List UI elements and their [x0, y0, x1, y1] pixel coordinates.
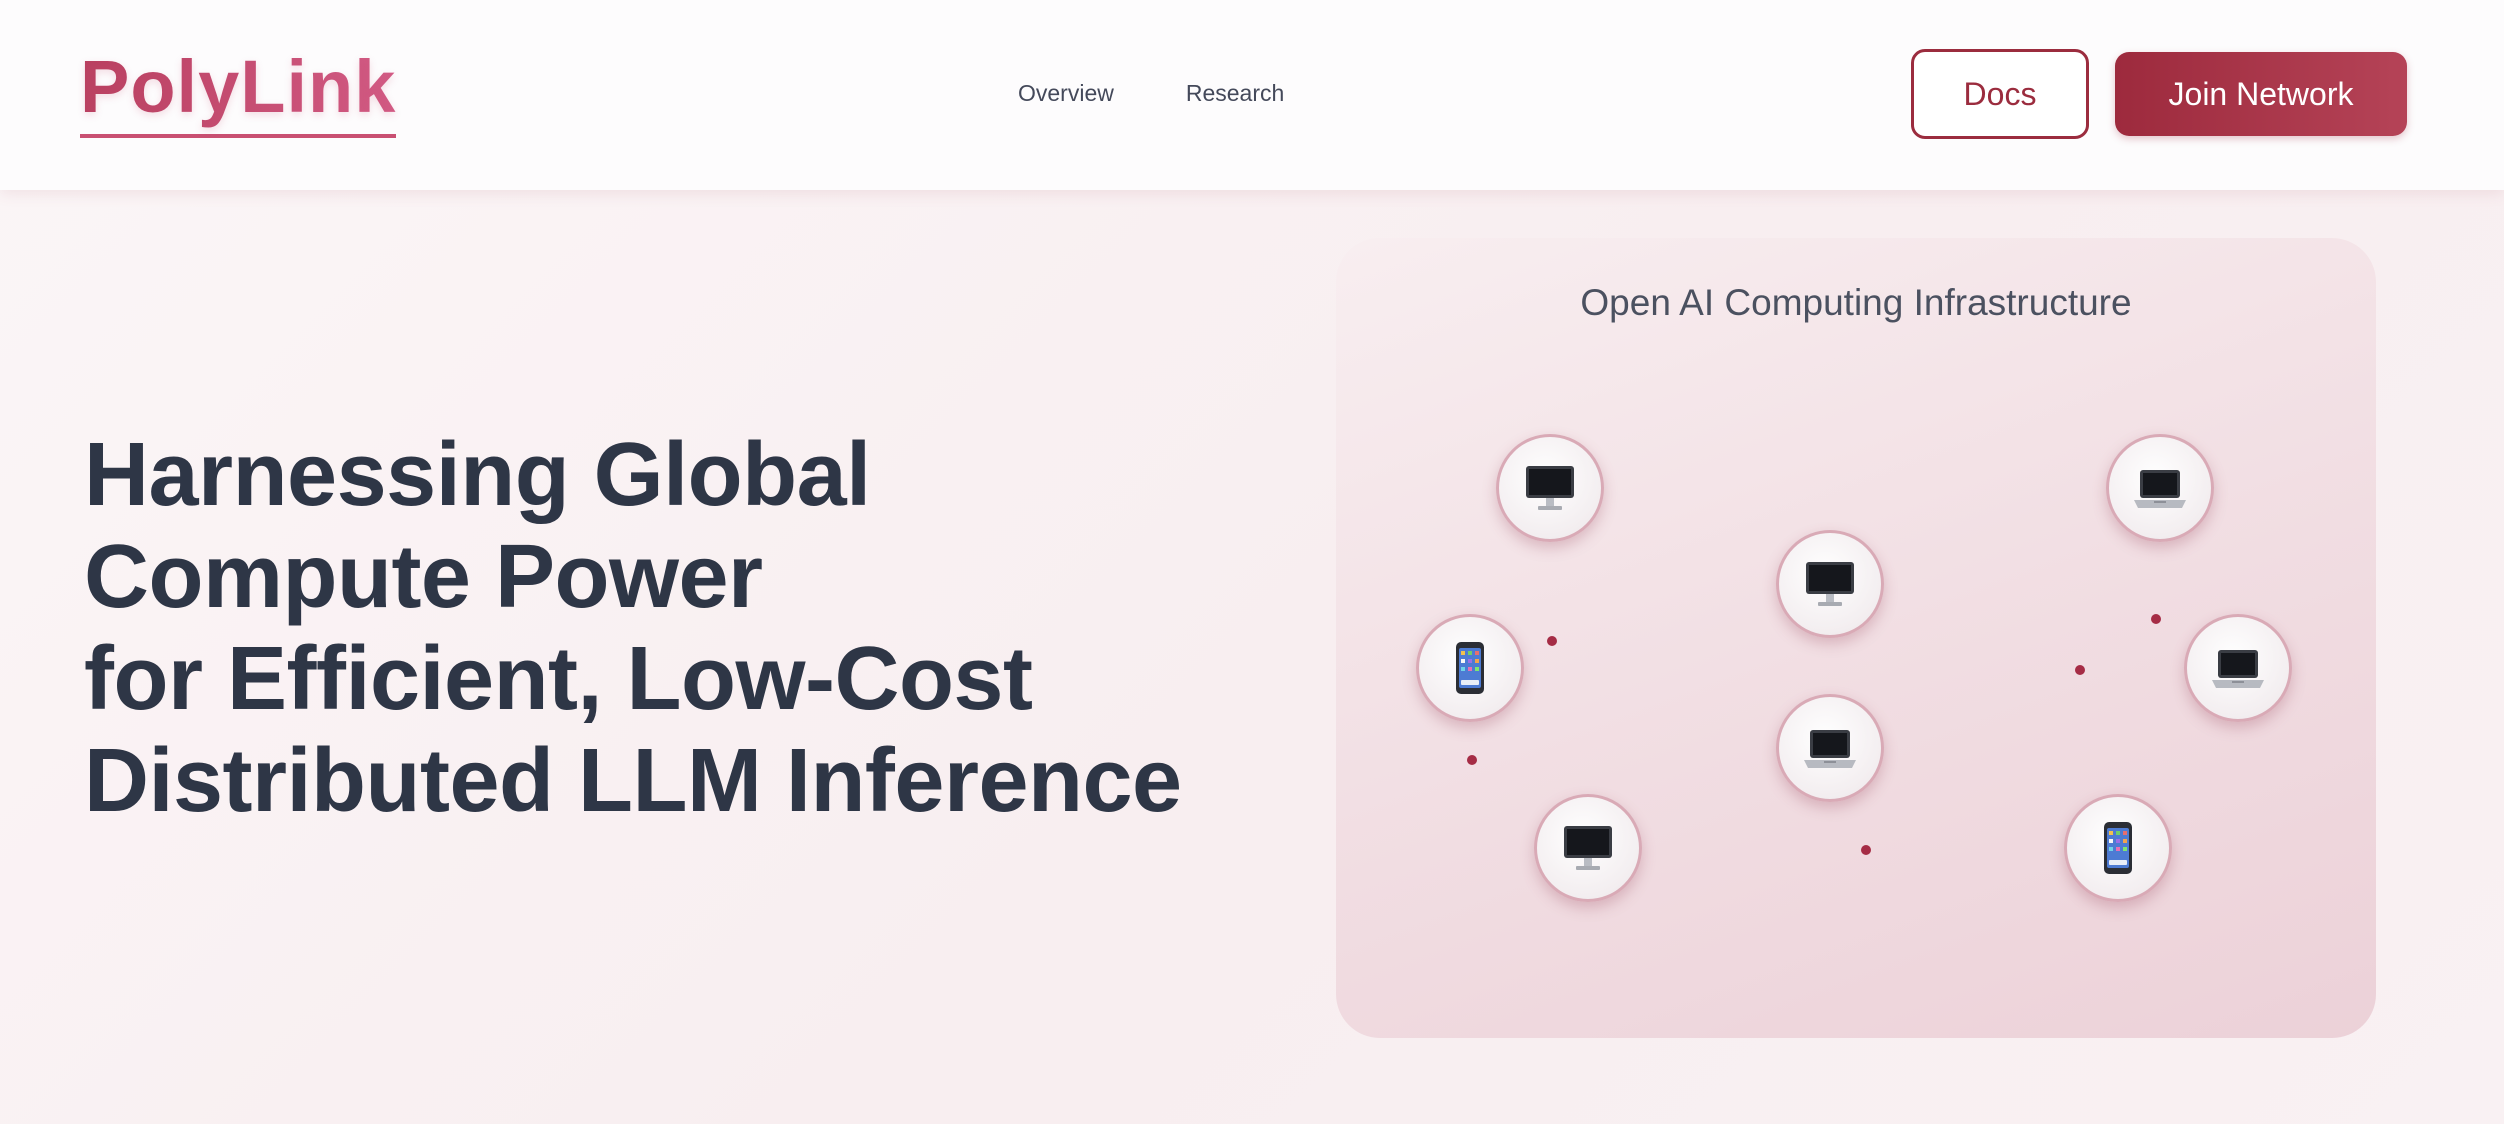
laptop-icon — [2134, 470, 2186, 508]
network-node[interactable] — [1496, 434, 1604, 542]
nav-research[interactable]: Research — [1186, 80, 1284, 107]
network-node[interactable] — [1776, 694, 1884, 802]
laptop-icon — [1804, 730, 1856, 768]
packet-dot — [2151, 614, 2161, 624]
packet-dot — [1861, 845, 1871, 855]
logo[interactable]: PolyLink — [80, 50, 397, 138]
laptop-icon — [2212, 650, 2264, 688]
packet-dot — [1467, 755, 1477, 765]
desktop-icon — [1564, 826, 1612, 870]
site-header: PolyLink Overview Research Docs Join Net… — [0, 0, 2504, 190]
network-card: Open AI Computing Infrastructure — [1336, 238, 2376, 1038]
nav-overview[interactable]: Overview — [1018, 80, 1114, 107]
phone-icon — [2104, 822, 2132, 874]
packet-dot — [1547, 636, 1557, 646]
network-node[interactable] — [2064, 794, 2172, 902]
network-node[interactable] — [1776, 530, 1884, 638]
phone-icon — [1456, 642, 1484, 694]
desktop-icon — [1806, 562, 1854, 606]
hero-line-3: for Efficient, Low-Cost — [84, 629, 1033, 729]
hero-line-2: Compute Power — [84, 527, 763, 627]
network-node[interactable] — [2184, 614, 2292, 722]
hero-line-4: Distributed LLM Inference — [84, 731, 1182, 831]
network-node[interactable] — [1416, 614, 1524, 722]
hero-line-1: Harnessing Global — [84, 425, 871, 525]
docs-button[interactable]: Docs — [1911, 49, 2089, 139]
join-network-button[interactable]: Join Network — [2115, 52, 2407, 136]
main-nav: Overview Research — [1018, 80, 1284, 107]
desktop-icon — [1526, 466, 1574, 510]
packet-dot — [2075, 665, 2085, 675]
hero-headline: Harnessing Global Compute Power for Effi… — [84, 424, 1264, 832]
network-node[interactable] — [2106, 434, 2214, 542]
network-node[interactable] — [1534, 794, 1642, 902]
